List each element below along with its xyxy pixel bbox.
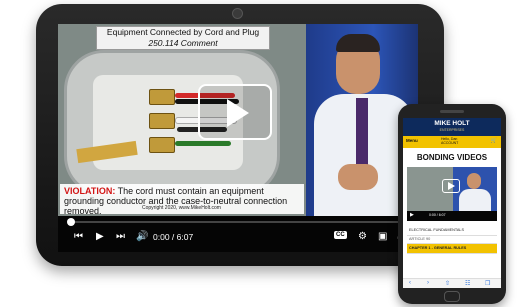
list-item[interactable]: CHAPTER 1 - GENERAL RULES: [407, 244, 497, 254]
site-logo-sub: ENTERPRISES: [439, 128, 465, 132]
violation-label: VIOLATION:: [64, 186, 116, 196]
terminal-image: [149, 89, 175, 105]
caption-title: Equipment Connected by Cord and Plug: [106, 27, 260, 37]
back-icon[interactable]: ‹: [409, 280, 411, 286]
player-controls: ⏮ ▶ ⏭ 🔊 0:00 / 6:07 CC ⚙ ▣ ⛶: [58, 216, 418, 252]
page-title: BONDING VIDEOS: [416, 153, 488, 162]
copyright-text: Copyright 2020, www.MikeHolt.com: [142, 205, 221, 211]
phone-time-readout: 0:00 / 6:07: [429, 213, 446, 217]
progress-handle[interactable]: [67, 218, 75, 226]
site-nav: Menu Hello, Dan ACCOUNT 🛒: [403, 136, 501, 148]
phone-player-controls: ▶ 0:00 / 6:07: [407, 211, 497, 221]
caption-subtitle: 250.114 Comment: [148, 38, 218, 48]
play-icon[interactable]: ▶: [410, 212, 414, 218]
terminal-image: [149, 113, 175, 129]
video-player[interactable]: Equipment Connected by Cord and Plug 250…: [58, 24, 418, 252]
tablet-device: Equipment Connected by Cord and Plug 250…: [36, 4, 444, 266]
tabs-icon[interactable]: ❐: [485, 280, 490, 287]
account-link[interactable]: Hello, Dan ACCOUNT: [441, 137, 458, 145]
play-icon: [448, 182, 455, 190]
video-chapter-list: ELECTRICAL FUNDAMENTALS ARTICLE 90 CHAPT…: [407, 226, 497, 254]
camera: [232, 8, 243, 19]
skip-back-icon[interactable]: ⏮: [74, 231, 83, 243]
big-play-button[interactable]: [198, 84, 272, 140]
phone-speaker: [440, 110, 464, 113]
play-icon[interactable]: ▶: [96, 231, 104, 243]
play-icon: [227, 99, 249, 127]
menu-button[interactable]: Menu: [406, 138, 418, 143]
phone-device: MIKE HOLT ENTERPRISES Menu Hello, Dan ACC…: [398, 104, 506, 304]
time-separator: /: [169, 232, 177, 242]
list-item[interactable]: ARTICLE 90: [407, 236, 497, 244]
pip-icon[interactable]: ▣: [378, 231, 387, 243]
slide-caption: Equipment Connected by Cord and Plug 250…: [96, 26, 270, 50]
phone-screen: MIKE HOLT ENTERPRISES Menu Hello, Dan ACC…: [403, 118, 501, 288]
phone-video-player[interactable]: ▶ 0:00 / 6:07: [407, 167, 497, 221]
terminal-image: [149, 137, 175, 153]
cc-icon[interactable]: CC: [334, 231, 347, 239]
bookmarks-icon[interactable]: ☷: [465, 280, 470, 287]
forward-icon[interactable]: ›: [427, 280, 429, 286]
duration: 6:07: [176, 232, 194, 242]
phone-home-button[interactable]: [444, 291, 460, 302]
site-logo[interactable]: MIKE HOLT: [403, 118, 501, 128]
phone-play-button[interactable]: [442, 179, 460, 193]
site-header: MIKE HOLT ENTERPRISES: [403, 118, 501, 136]
current-time: 0:00: [153, 232, 170, 242]
list-item[interactable]: ELECTRICAL FUNDAMENTALS: [407, 226, 497, 236]
gear-icon[interactable]: ⚙: [358, 231, 367, 243]
time-readout: 0:00 / 6:07: [153, 232, 193, 242]
cart-icon[interactable]: 🛒: [491, 138, 497, 144]
progress-bar[interactable]: [67, 218, 406, 226]
skip-forward-icon[interactable]: ⏭: [116, 231, 125, 243]
share-icon[interactable]: ⇧: [445, 280, 450, 287]
volume-icon[interactable]: 🔊: [136, 231, 148, 243]
browser-toolbar: ‹ › ⇧ ☷ ❐: [403, 278, 501, 288]
